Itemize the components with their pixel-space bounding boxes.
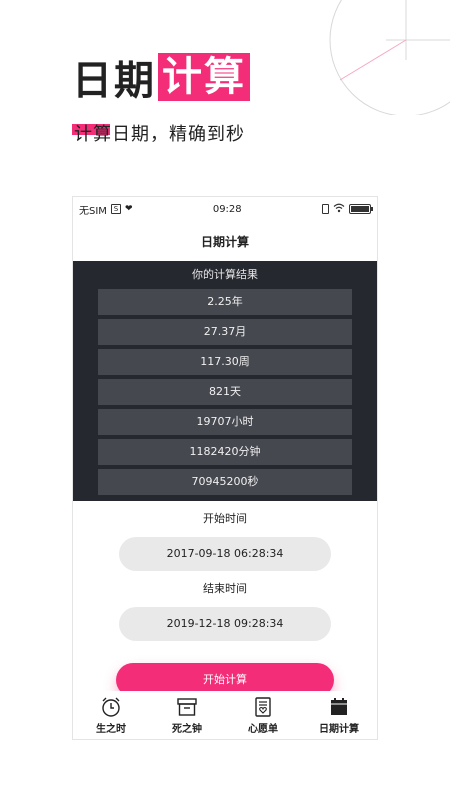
tab-label: 心愿单: [248, 723, 278, 735]
archive-box-icon: [177, 697, 197, 716]
alarm-clock-icon: [102, 697, 120, 717]
result-minutes: 1182420分钟: [98, 439, 352, 465]
tab-label: 死之钟: [172, 723, 202, 735]
result-months: 27.37月: [98, 319, 352, 345]
result-years: 2.25年: [98, 289, 352, 315]
tab-label: 生之时: [96, 723, 126, 735]
hero-title: 日期 计算: [72, 52, 250, 104]
result-days: 821天: [98, 379, 352, 405]
tab-label: 日期计算: [319, 723, 359, 735]
carrier-label: 无SIM: [79, 205, 107, 217]
hero-subtitle-rest: 日期，精确到秒: [112, 124, 245, 145]
status-time: 09:28: [212, 203, 242, 215]
start-time-picker[interactable]: 2017-09-18 06:28:34: [119, 537, 331, 571]
heart-shield-icon: ❤: [124, 204, 133, 214]
sim-icon: S: [110, 204, 121, 214]
hero-subtitle: 计算 日期，精确到秒: [72, 120, 245, 146]
end-time-picker[interactable]: 2019-12-18 09:28:34: [119, 607, 331, 641]
battery-icon: [349, 204, 373, 214]
tab-wish-list[interactable]: 心愿单: [228, 696, 298, 735]
result-hours: 19707小时: [98, 409, 352, 435]
end-time-label: 结束时间: [203, 582, 247, 595]
result-weeks: 117.30周: [98, 349, 352, 375]
page-title: 日期计算: [200, 234, 249, 249]
tab-date-calc[interactable]: 日期计算: [304, 696, 374, 735]
decorative-clock-icon: [320, 0, 450, 115]
status-bar: 无SIM S ❤ 09:28: [73, 197, 377, 221]
wish-list-icon: [255, 696, 271, 717]
hero-subtitle-highlight: 计算: [72, 120, 112, 146]
wifi-icon: [333, 203, 345, 216]
results-title: 你的计算结果: [192, 268, 258, 281]
bottom-tab-bar: 生之时 死之钟 心愿单 日期计算: [73, 691, 377, 739]
results-panel: 你的计算结果 2.25年 27.37月 117.30周 821天 19707小时…: [73, 261, 377, 501]
hero-title-highlight: 计算: [158, 53, 250, 101]
result-seconds: 70945200秒: [98, 469, 352, 495]
calendar-icon: [331, 697, 347, 715]
tab-death-clock[interactable]: 死之钟: [152, 696, 222, 735]
phone-screen: 无SIM S ❤ 09:28 日期计算 你的计算结果 2.25年 27.37月 …: [72, 196, 378, 740]
start-time-label: 开始时间: [203, 512, 247, 525]
hero-title-plain: 日期: [72, 58, 156, 104]
tab-birth-time[interactable]: 生之时: [76, 696, 146, 735]
vibrate-icon: [322, 204, 329, 214]
